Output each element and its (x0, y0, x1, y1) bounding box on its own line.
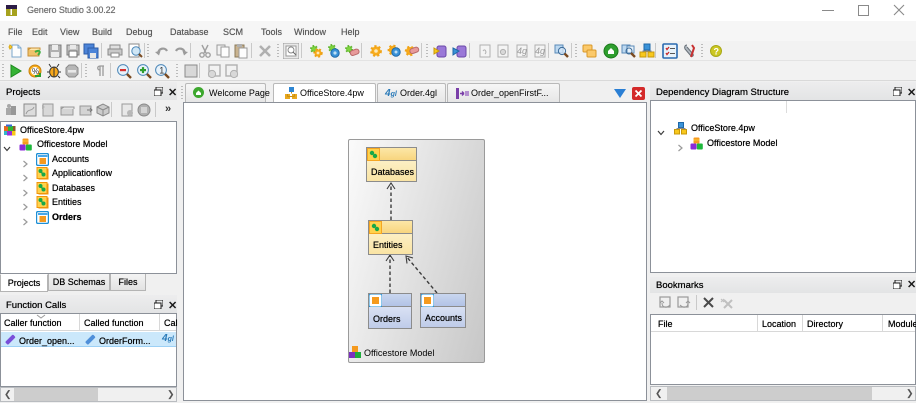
svg-text:4g: 4g (517, 46, 527, 56)
svg-text:?: ? (714, 47, 720, 57)
svg-text:%: % (32, 67, 39, 76)
svg-text:1: 1 (159, 66, 164, 76)
svg-text:4g: 4g (535, 46, 545, 56)
